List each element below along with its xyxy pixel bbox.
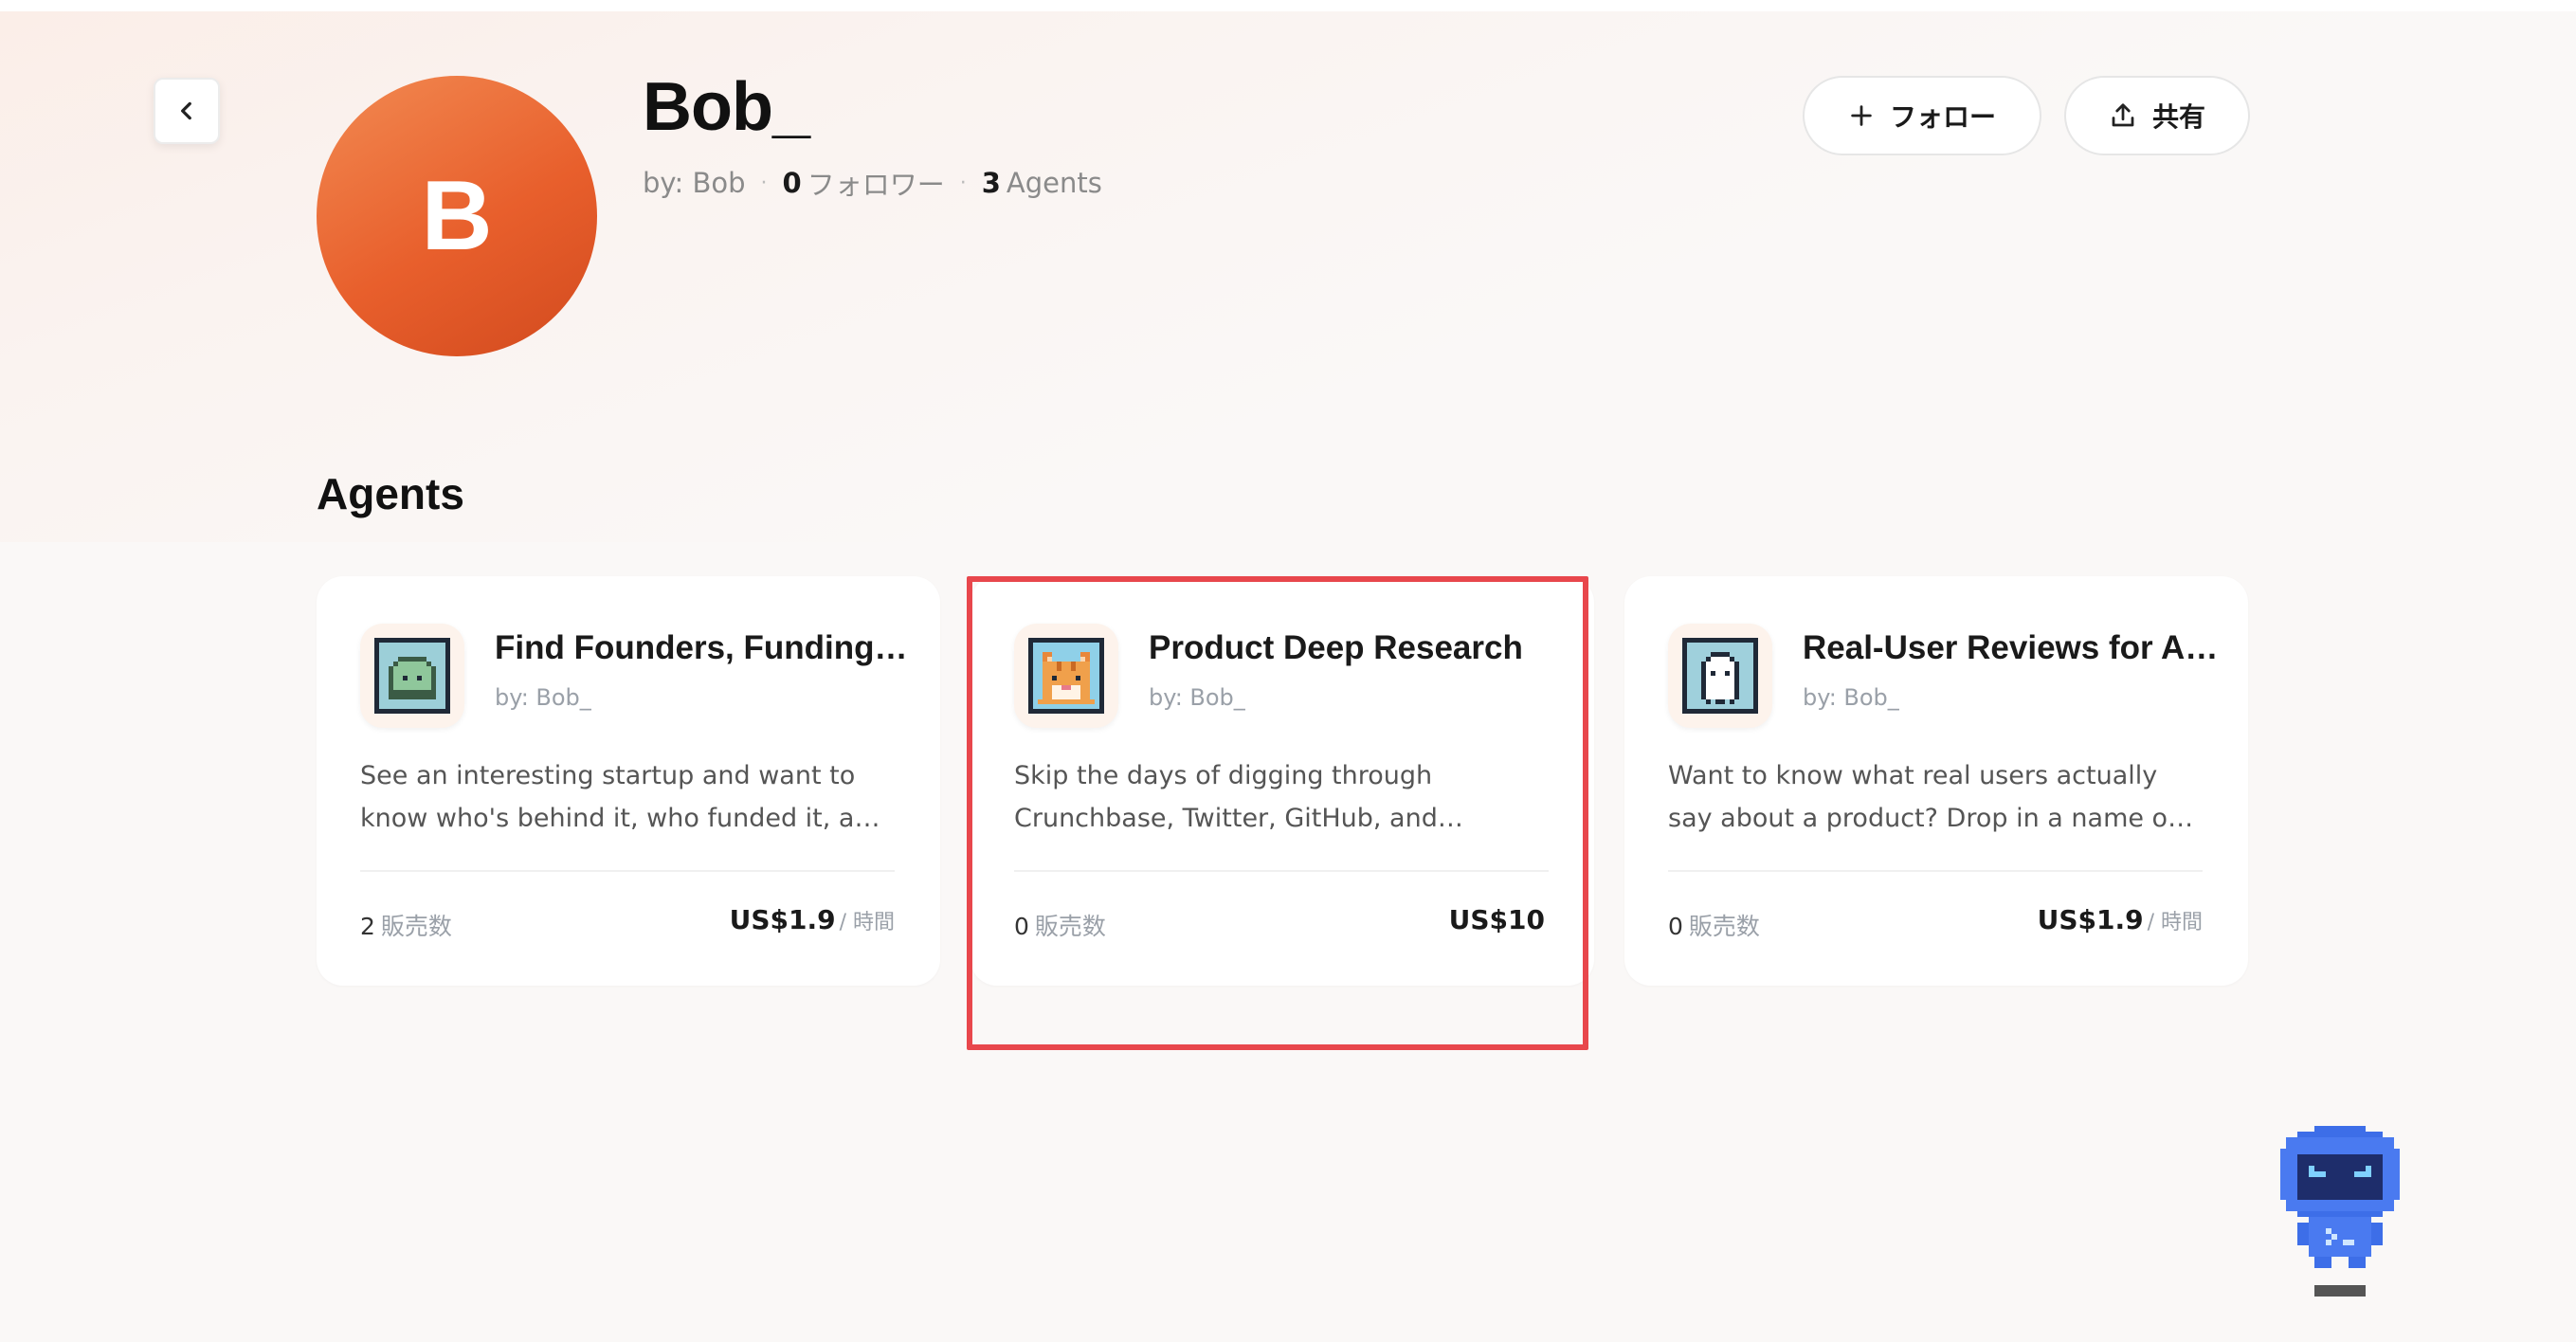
agents-count: 3 xyxy=(981,167,1001,199)
robot-mascot-icon xyxy=(2280,1126,2400,1297)
agent-title: Product Deep Research xyxy=(1149,629,1523,666)
agent-price: US$1.9/ 時間 xyxy=(2038,904,2203,935)
agent-description: Skip the days of digging through Crunchb… xyxy=(1014,761,1438,833)
top-strip xyxy=(0,0,2576,11)
profile-avatar: B xyxy=(317,76,597,356)
followers-label: フォロワー xyxy=(807,169,945,201)
sales-count: 2 xyxy=(360,913,375,940)
assistant-mascot[interactable] xyxy=(2275,1126,2405,1297)
price-unit: / 時間 xyxy=(839,911,895,934)
card-divider xyxy=(360,870,895,872)
back-button[interactable] xyxy=(154,78,220,144)
agent-title: Find Founders, Funding & Traction Signal… xyxy=(495,629,912,666)
sales-count: 0 xyxy=(1014,913,1029,940)
price-value: US$1.9 xyxy=(2037,904,2144,935)
followers-count: 0 xyxy=(782,167,802,199)
follow-button[interactable]: フォロー xyxy=(1803,76,2041,155)
share-label: 共有 xyxy=(2151,101,2205,133)
agent-price: US$1.9/ 時間 xyxy=(730,904,895,935)
sales-label: 販売数 xyxy=(1034,913,1106,940)
avatar-letter: B xyxy=(421,160,493,271)
agent-sales: 2 販売数 xyxy=(360,908,452,942)
pixel-slime-icon xyxy=(360,624,464,728)
meta-separator: · xyxy=(959,171,967,195)
agent-author: by: Bob_ xyxy=(495,684,591,711)
profile-by: by: Bob xyxy=(643,167,746,199)
chevron-left-icon xyxy=(181,101,191,120)
profile-name: Bob_ xyxy=(643,69,810,145)
agent-description: See an interesting startup and want to k… xyxy=(360,761,887,833)
agent-title: Real-User Reviews for Any Product xyxy=(1803,629,2220,666)
plus-icon xyxy=(1851,105,1872,126)
agent-sales: 0 販売数 xyxy=(1014,908,1106,942)
agent-card[interactable]: Find Founders, Funding & Traction Signal… xyxy=(317,576,940,986)
pixel-cat-icon xyxy=(1014,624,1118,728)
agent-card[interactable]: Product Deep Research by: Bob_ Skip the … xyxy=(971,576,1594,986)
agent-author: by: Bob_ xyxy=(1803,684,1899,711)
agents-section-title: Agents xyxy=(317,469,464,518)
sales-label: 販売数 xyxy=(1688,913,1760,940)
profile-meta: by: Bob · 0 フォロワー · 3 Agents xyxy=(643,163,1102,203)
sales-count: 0 xyxy=(1668,913,1683,940)
share-upload-icon xyxy=(2112,103,2134,127)
agent-price: US$10 xyxy=(1449,904,1549,935)
agent-author: by: Bob_ xyxy=(1149,684,1245,711)
agent-sales: 0 販売数 xyxy=(1668,908,1760,942)
sales-label: 販売数 xyxy=(380,913,452,940)
follow-label: フォロー xyxy=(1889,101,1996,133)
agent-card[interactable]: Real-User Reviews for Any Product by: Bo… xyxy=(1624,576,2248,986)
agent-description: Want to know what real users actually sa… xyxy=(1668,761,2179,833)
meta-separator: · xyxy=(760,171,768,195)
pixel-ghost-icon xyxy=(1668,624,1772,728)
price-value: US$1.9 xyxy=(729,904,836,935)
agents-label: Agents xyxy=(1006,167,1102,199)
card-divider xyxy=(1014,870,1549,872)
share-button[interactable]: 共有 xyxy=(2064,76,2250,155)
card-divider xyxy=(1668,870,2203,872)
price-value: US$10 xyxy=(1448,904,1545,935)
price-unit: / 時間 xyxy=(2147,911,2203,934)
